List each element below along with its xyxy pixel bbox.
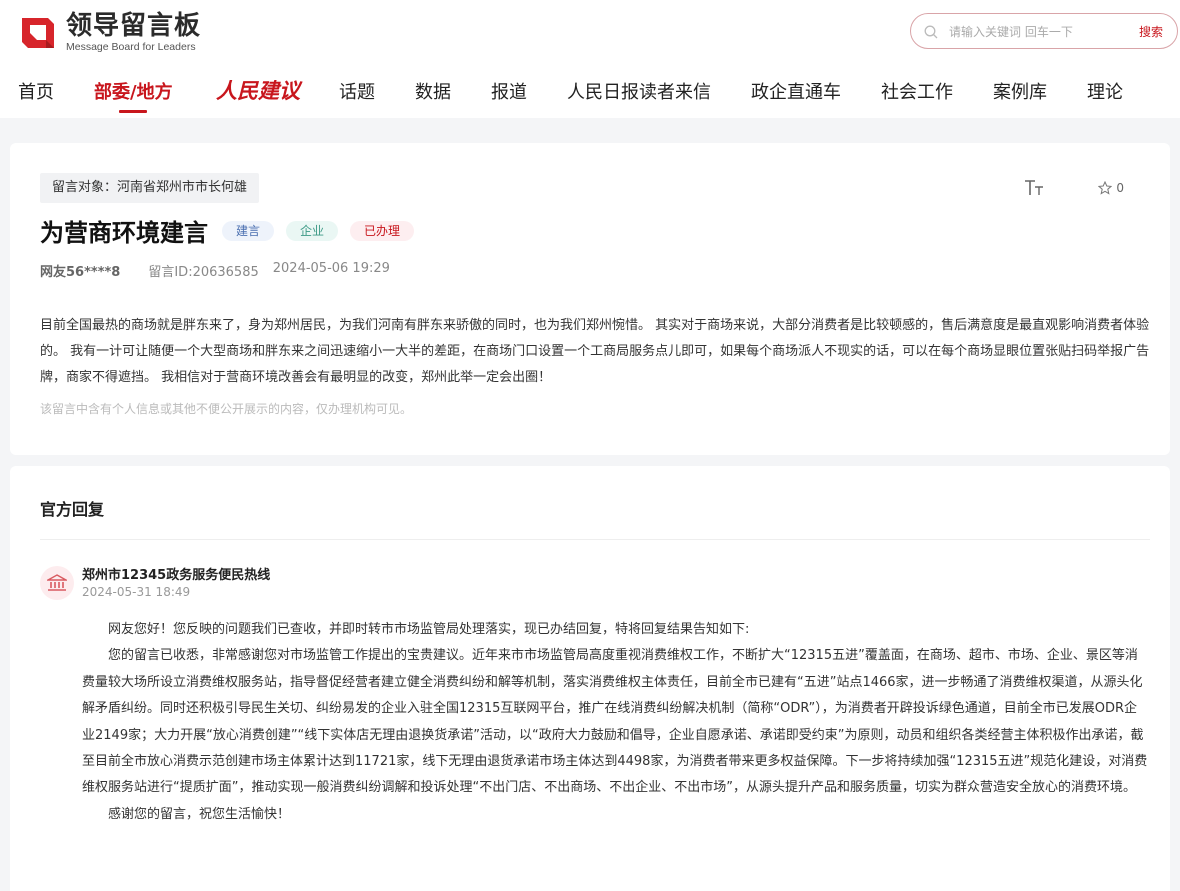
search-icon xyxy=(924,25,938,39)
logo-subtitle: Message Board for Leaders xyxy=(66,41,196,53)
reply-heading: 官方回复 xyxy=(40,500,105,519)
tag-enterprise[interactable]: 企业 xyxy=(286,220,339,241)
title-row: 为营商环境建言 建言 企业 已办理 xyxy=(40,213,415,248)
org-avatar xyxy=(40,566,74,600)
search-bar: 搜索 xyxy=(910,13,1178,49)
reply-paragraph: 感谢您的留言，祝您生活愉快！ xyxy=(108,806,291,822)
government-building-icon xyxy=(47,574,67,591)
nav-topics[interactable]: 话题 xyxy=(339,78,375,104)
message-content: 目前全国最热的商场就是胖东来了，身为郑州居民，为我们河南有胖东来骄傲的同时，也为… xyxy=(40,318,1150,385)
nav-people-suggestions[interactable]: 人民建议 xyxy=(216,75,300,105)
message-meta: 网友56****8 留言ID:20636585 2024-05-06 19:29 xyxy=(40,261,390,280)
font-size-icon[interactable] xyxy=(1024,179,1044,197)
nav-theory[interactable]: 理论 xyxy=(1087,78,1123,104)
reply-paragraph: 网友您好！您反映的问题我们已查收，并即时转市市场监管局处理落实，现已办结回复，特… xyxy=(108,622,750,637)
nav-home[interactable]: 首页 xyxy=(18,78,54,104)
site-logo[interactable]: 领导留言板 Message Board for Leaders xyxy=(18,10,201,54)
favorite-button[interactable]: 0 xyxy=(1098,181,1124,195)
message-target: 留言对象：河南省郑州市市长何雄 xyxy=(40,173,260,203)
reply-paragraph: 您的留言已收悉，非常感谢您对市场监管工作提出的宝贵建议。近年来市市场监管局高度重… xyxy=(82,648,1148,796)
reply-card: 官方回复 郑州市12345政务服务便民热线 2024-05-31 18:49 网… xyxy=(10,466,1170,891)
nav-case-library[interactable]: 案例库 xyxy=(993,78,1047,104)
nav-reports[interactable]: 报道 xyxy=(491,78,527,104)
nav-readers-letters[interactable]: 人民日报读者来信 xyxy=(567,78,711,104)
privacy-notice: 该留言中含有个人信息或其他不便公开展示的内容，仅办理机构可见。 xyxy=(40,402,413,416)
nav-ministries-local[interactable]: 部委/地方 xyxy=(94,78,173,104)
divider xyxy=(40,539,1150,540)
message-id: 留言ID:20636585 xyxy=(148,265,259,280)
search-button[interactable]: 搜索 xyxy=(1139,23,1163,40)
logo-title: 领导留言板 xyxy=(66,11,202,41)
reply-org-name: 郑州市12345政务服务便民热线 xyxy=(82,568,271,583)
message-title: 为营商环境建言 xyxy=(40,219,208,247)
nav-gov-enterprise[interactable]: 政企直通车 xyxy=(751,78,841,104)
nav-social-work[interactable]: 社会工作 xyxy=(881,78,953,104)
site-header: 领导留言板 Message Board for Leaders 搜索 首页 部委… xyxy=(0,0,1180,118)
favorite-count: 0 xyxy=(1116,181,1124,195)
nav-data[interactable]: 数据 xyxy=(415,78,451,104)
tag-status: 已办理 xyxy=(350,220,415,241)
search-input[interactable] xyxy=(949,21,1129,43)
star-icon xyxy=(1098,181,1113,195)
message-tools: 0 xyxy=(1024,179,1124,197)
logo-mark-icon xyxy=(18,12,58,52)
tag-suggestion[interactable]: 建言 xyxy=(222,220,275,241)
reply-time: 2024-05-31 18:49 xyxy=(82,585,191,599)
message-time: 2024-05-06 19:29 xyxy=(272,261,390,276)
logo-text: 领导留言板 Message Board for Leaders xyxy=(66,11,201,53)
reply-body: 网友您好！您反映的问题我们已查收，并即时转市市场监管局处理落实，现已办结回复，特… xyxy=(82,617,1150,828)
nav-active-indicator xyxy=(119,110,147,113)
main-nav: 首页 部委/地方 人民建议 话题 数据 报道 人民日报读者来信 政企直通车 社会… xyxy=(0,72,1180,113)
message-card: 留言对象：河南省郑州市市长何雄 0 为营商环境建言 建言 企业 已办理 网友56… xyxy=(10,143,1170,455)
author-name: 网友56****8 xyxy=(40,265,121,280)
